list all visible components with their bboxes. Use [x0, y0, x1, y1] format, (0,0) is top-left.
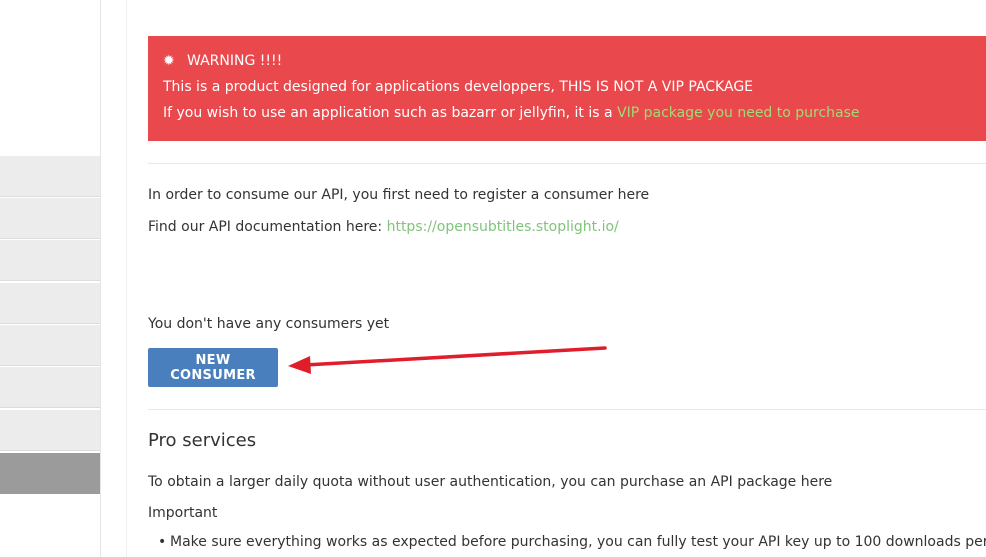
- list-item: • Make sure everything works as expected …: [158, 534, 986, 550]
- pro-description: To obtain a larger daily quota without u…: [148, 474, 833, 490]
- divider: [148, 409, 986, 410]
- important-label: Important: [148, 505, 218, 521]
- bullet-text: Make sure everything works as expected b…: [170, 534, 986, 550]
- bullet-dot: •: [158, 534, 167, 550]
- pro-services-heading: Pro services: [148, 430, 257, 451]
